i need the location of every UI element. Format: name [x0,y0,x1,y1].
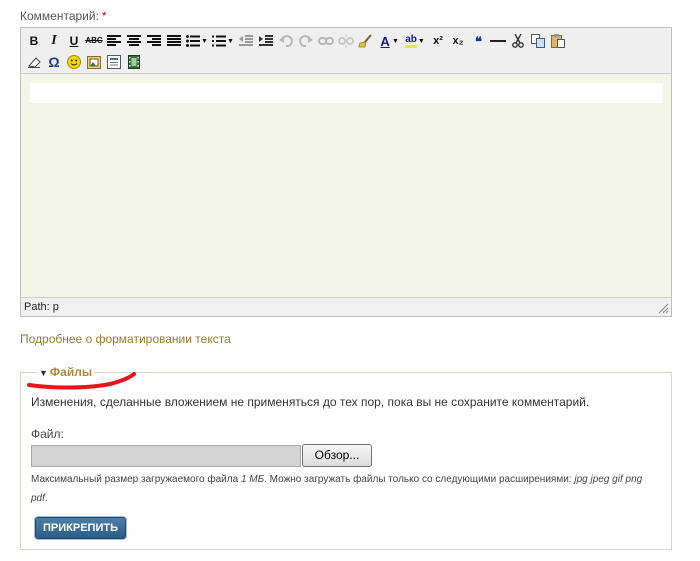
formatting-help-link[interactable]: Подробнее о форматировании текста [20,332,231,346]
insert-media-button[interactable] [124,52,144,72]
unlink-icon [338,34,354,48]
paste-icon [551,34,565,48]
chevron-down-icon: ▼ [392,37,399,45]
unlink-button[interactable] [336,31,356,51]
attach-button[interactable]: ПРИКРЕПИТЬ [35,517,126,539]
copy-button[interactable] [528,31,548,51]
files-legend[interactable]: ▼ Файлы [37,365,95,379]
copy-icon [531,34,545,48]
insert-doc-button[interactable] [104,52,124,72]
align-center-button[interactable] [124,31,144,51]
strikethrough-button[interactable]: ABC [84,31,104,51]
triangle-down-icon: ▼ [39,368,48,378]
cut-button[interactable] [508,31,528,51]
broom-icon [358,34,372,48]
subscript-button[interactable]: x₂ [448,31,468,51]
italic-button[interactable]: I [44,31,64,51]
resize-handle-icon[interactable] [658,303,669,314]
emotions-button[interactable] [64,52,84,72]
blockquote-button[interactable]: ❝ [468,31,488,51]
redo-icon [299,35,313,47]
link-icon [318,37,334,45]
undo-button[interactable] [276,31,296,51]
outdent-icon [239,35,253,46]
numbered-list-icon [212,35,227,47]
indent-button[interactable] [256,31,276,51]
editor-toolbar: B I U ABC ▼ ▼ A ▼ ab ▼ x² x₂ ❝ Ω [21,28,671,74]
toolbar-row-2: Ω [24,52,144,72]
files-legend-label: Файлы [49,365,93,379]
align-left-icon [107,35,121,46]
superscript-button[interactable]: x² [428,31,448,51]
horizontal-rule-icon [490,40,506,42]
image-icon [87,56,101,69]
film-icon [128,55,140,69]
numbered-list-button[interactable]: ▼ [210,31,236,51]
chevron-down-icon: ▼ [227,37,234,45]
scissors-icon [512,34,524,48]
comment-label: Комментарий: * [20,9,107,23]
special-char-button[interactable]: Ω [44,52,64,72]
paste-button[interactable] [548,31,568,51]
cleanup-button[interactable] [356,31,376,51]
files-description: Изменения, сделанные вложением не примен… [31,395,590,409]
font-color-button[interactable]: A ▼ [376,31,402,51]
align-right-icon [147,35,161,46]
highlight-icon: ab [405,34,417,48]
horizontal-rule-button[interactable] [488,31,508,51]
files-fieldset: ▼ Файлы Изменения, сделанные вложением не… [20,365,672,550]
editor-path: Path: p [24,301,59,313]
align-right-button[interactable] [144,31,164,51]
outdent-button[interactable] [236,31,256,51]
chevron-down-icon: ▼ [417,37,425,45]
quote-icon: ❝ [475,33,482,49]
editor-statusbar: Path: p [21,297,671,316]
highlight-color-button[interactable]: ab ▼ [402,31,428,51]
bold-button[interactable]: B [24,31,44,51]
link-button[interactable] [316,31,336,51]
rich-text-editor: B I U ABC ▼ ▼ A ▼ ab ▼ x² x₂ ❝ Ω Path: p [20,27,672,317]
undo-icon [279,35,293,47]
align-justify-button[interactable] [164,31,184,51]
file-path-input[interactable] [31,445,301,467]
file-label: Файл: [31,427,64,441]
align-justify-icon [167,35,181,46]
editor-content-area[interactable] [21,75,671,297]
chevron-down-icon: ▼ [201,37,208,45]
upload-hint: Максимальный размер загружаемого файла 1… [31,474,643,504]
align-center-icon [127,35,141,46]
toolbar-row-1: B I U ABC ▼ ▼ A ▼ ab ▼ x² x₂ ❝ [24,31,568,51]
comment-label-text: Комментарий: [20,9,99,23]
document-icon [107,55,121,69]
align-left-button[interactable] [104,31,124,51]
eraser-icon [28,57,41,68]
required-mark: * [101,9,107,23]
bullet-list-icon [186,35,201,47]
smiley-icon [67,55,81,69]
remove-format-button[interactable] [24,52,44,72]
browse-button[interactable]: Обзор... [302,444,372,467]
redo-button[interactable] [296,31,316,51]
indent-icon [259,35,273,46]
insert-image-button[interactable] [84,52,104,72]
editor-paragraph[interactable] [30,83,663,103]
bullet-list-button[interactable]: ▼ [184,31,210,51]
underline-button[interactable]: U [64,31,84,51]
